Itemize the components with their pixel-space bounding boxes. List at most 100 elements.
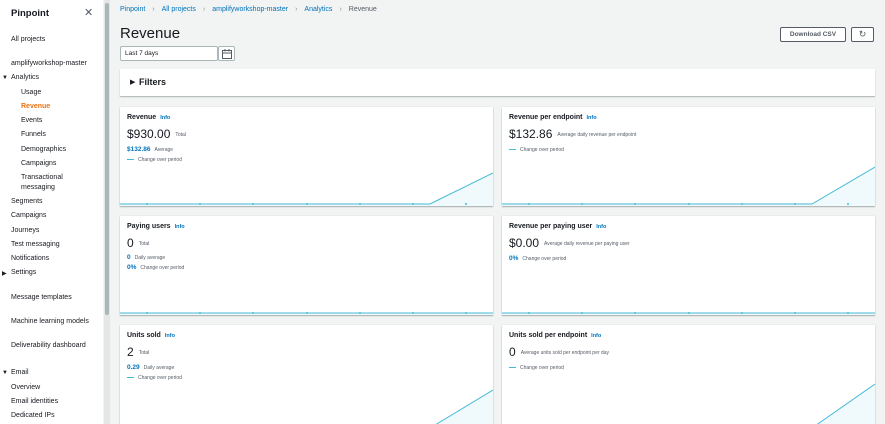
refresh-button[interactable]: ↻ <box>851 27 874 42</box>
info-link[interactable]: Info <box>591 333 601 339</box>
sidebar-item-dedicated-ips[interactable]: Dedicated IPs <box>11 412 55 419</box>
download-csv-button[interactable]: Download CSV <box>780 27 846 42</box>
caret-right-icon[interactable]: ▶ <box>2 270 7 277</box>
legend-dash-icon <box>127 159 134 161</box>
sidebar-item-usage[interactable]: Usage <box>21 89 41 96</box>
date-range-input[interactable]: Last 7 days <box>120 46 218 61</box>
revenue-per-paying-user-chart <box>502 312 875 315</box>
breadcrumb-analytics[interactable]: Analytics <box>304 6 332 13</box>
breadcrumb-revenue: Revenue <box>348 6 377 13</box>
breadcrumb: Pinpoint › All projects › amplifyworkshop-ma… <box>120 6 377 13</box>
sidebar-item-email-identities[interactable]: Email identities <box>11 398 58 405</box>
legend-dash-icon <box>509 367 516 369</box>
sidebar-item-segments[interactable]: Segments <box>11 198 43 205</box>
sidebar-item-email[interactable]: Email <box>11 369 29 376</box>
units-per-endpoint-chart <box>816 383 875 424</box>
paying-users-card: Paying users Info 0 Total 0 Daily average 0… <box>120 216 493 315</box>
chart-point <box>146 203 148 205</box>
sidebar-item-funnels[interactable]: Funnels <box>21 131 46 138</box>
sidebar-scrollbar-thumb[interactable] <box>105 3 109 315</box>
sidebar-item-all-projects[interactable]: All projects <box>11 36 45 43</box>
chart-point <box>465 203 467 205</box>
info-link[interactable]: Info <box>596 224 606 230</box>
card-value-label: Average daily revenue per endpoint <box>557 131 637 138</box>
legend-dash-icon <box>509 149 516 151</box>
card-value: $0.00 Average daily revenue per paying us… <box>509 236 630 250</box>
paying-users-chart <box>120 312 493 315</box>
card-value: $132.86 Average daily revenue per endpoin… <box>509 127 637 141</box>
chart-point <box>741 312 743 314</box>
card-value: $930.00 Total <box>127 127 186 141</box>
sidebar-item-journeys[interactable]: Journeys <box>11 227 39 234</box>
chart-point <box>741 203 743 205</box>
chart-point <box>252 312 254 314</box>
info-link[interactable]: Info <box>160 115 170 121</box>
info-link[interactable]: Info <box>165 333 175 339</box>
sidebar-item-campaigns-analytics[interactable]: Campaigns <box>21 160 56 167</box>
sidebar-item-machine-learning[interactable]: Machine learning models <box>11 318 89 325</box>
chart-point <box>412 203 414 205</box>
chevron-right-icon: › <box>339 6 342 13</box>
sidebar-item-demographics[interactable]: Demographics <box>21 146 66 153</box>
info-link[interactable]: Info <box>175 224 185 230</box>
chart-point <box>794 312 796 314</box>
chart-line <box>816 383 875 424</box>
breadcrumb-pinpoint[interactable]: Pinpoint <box>120 6 145 13</box>
card-title: Revenue Info <box>127 114 171 121</box>
card-value: 0 Average units sold per endpoint per day <box>509 345 609 359</box>
chevron-right-icon: › <box>295 6 298 13</box>
chart-point <box>581 312 583 314</box>
calendar-button[interactable] <box>218 46 235 61</box>
sidebar-item-project[interactable]: amplifyworkshop-master <box>11 60 87 67</box>
sidebar: Pinpoint ✕ All projects amplifyworkshop-… <box>0 0 103 424</box>
caret-down-icon[interactable]: ▼ <box>2 370 8 376</box>
card-value: 2 Total <box>127 345 150 359</box>
chart-line <box>502 166 875 205</box>
breadcrumb-all-projects[interactable]: All projects <box>162 6 196 13</box>
chart-point <box>528 203 530 205</box>
chart-point <box>688 203 690 205</box>
card-title: Paying users Info <box>127 223 185 230</box>
filters-label: Filters <box>139 77 167 87</box>
chart-point <box>199 203 201 205</box>
legend-line: Change over period <box>509 365 564 371</box>
sidebar-item-campaigns[interactable]: Campaigns <box>11 212 46 219</box>
chart-point <box>306 312 308 314</box>
filters-expander[interactable]: ▶ Filters <box>120 69 875 96</box>
chart-point <box>359 203 361 205</box>
chart-point <box>528 312 530 314</box>
legend-line: Change over period <box>509 147 564 153</box>
caret-right-icon: ▶ <box>130 79 136 86</box>
units-sold-card: Units sold Info 2 Total 0.29 Daily average … <box>120 325 493 424</box>
caret-down-icon[interactable]: ▼ <box>2 75 8 81</box>
page-title: Revenue <box>120 25 181 42</box>
sidebar-item-settings[interactable]: Settings <box>11 269 36 276</box>
sidebar-item-notifications[interactable]: Notifications <box>11 255 49 262</box>
card-title: Revenue per endpoint Info <box>509 114 597 121</box>
chart-point <box>465 312 467 314</box>
sidebar-item-deliverability[interactable]: Deliverability dashboard <box>11 342 86 349</box>
chart-line <box>120 172 493 205</box>
chart-point <box>306 203 308 205</box>
chevron-right-icon: › <box>202 6 206 13</box>
revenue-chart <box>120 172 493 206</box>
legend-dash-icon <box>127 377 134 379</box>
chart-point <box>794 203 796 205</box>
sidebar-item-events[interactable]: Events <box>21 117 42 124</box>
sidebar-item-test-messaging[interactable]: Test messaging <box>11 241 60 248</box>
close-icon[interactable]: ✕ <box>84 6 93 19</box>
card-value-label: Average units sold per endpoint per day <box>520 349 609 356</box>
sidebar-item-analytics[interactable]: Analytics <box>11 74 39 81</box>
breadcrumb-project[interactable]: amplifyworkshop-master <box>212 6 288 13</box>
sidebar-item-overview[interactable]: Overview <box>11 384 40 391</box>
units-sold-chart <box>435 389 493 424</box>
revenue-per-endpoint-chart <box>502 166 875 206</box>
stat-line: 0 Daily average <box>127 254 166 261</box>
chart-point <box>634 203 636 205</box>
info-link[interactable]: Info <box>587 115 597 121</box>
chart-point <box>146 312 148 314</box>
card-value-label: Total <box>138 349 150 356</box>
sidebar-item-transactional-messaging[interactable]: Transactional messaging <box>21 173 81 193</box>
sidebar-item-message-templates[interactable]: Message templates <box>11 294 72 301</box>
sidebar-item-revenue[interactable]: Revenue <box>21 103 50 110</box>
